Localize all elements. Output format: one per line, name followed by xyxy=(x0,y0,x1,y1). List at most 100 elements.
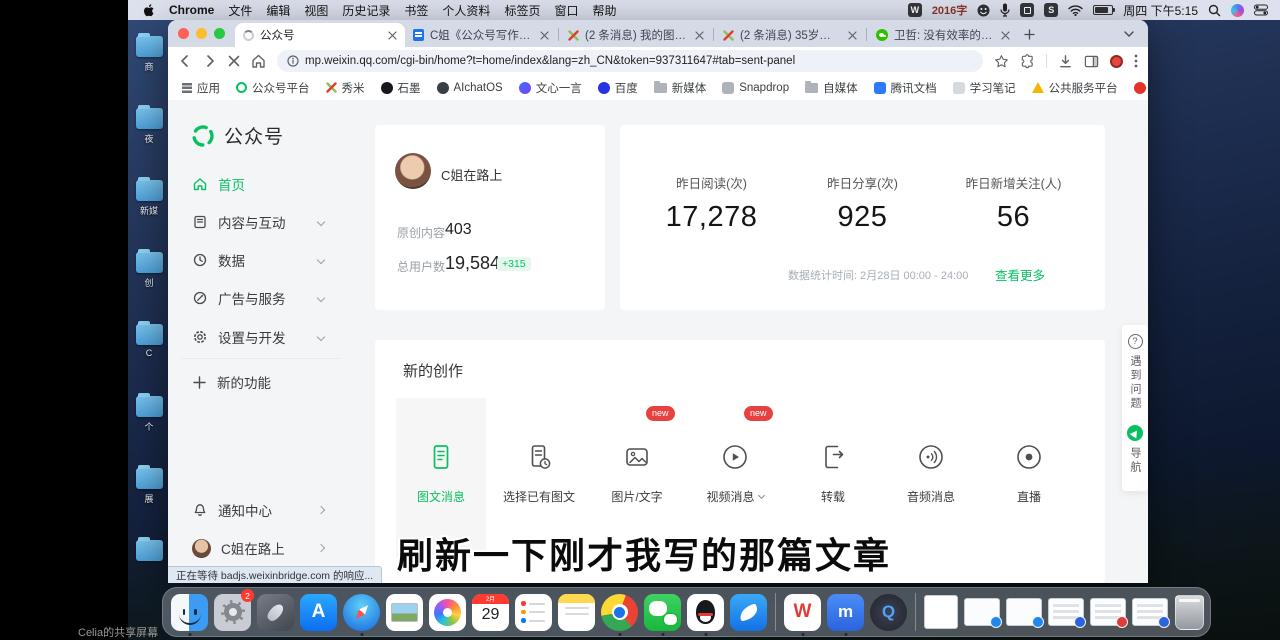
zoom-window-button[interactable] xyxy=(214,28,225,39)
bookmark-aichatos[interactable]: AIchatOS xyxy=(437,82,503,94)
nav-icon[interactable] xyxy=(1127,425,1143,441)
dock-safari[interactable] xyxy=(341,591,382,633)
tab-overflow-button[interactable] xyxy=(1118,23,1140,45)
dock-chrome[interactable] xyxy=(599,591,640,633)
sidebar-item-account[interactable]: C姐在路上 xyxy=(192,538,324,558)
bookmark-public-service[interactable]: 公共服务平台 xyxy=(1032,80,1118,96)
bookmark-folder-selfmedia[interactable]: 自媒体 xyxy=(805,80,858,96)
dock-calendar[interactable]: 2月29 xyxy=(470,591,511,633)
bookmark-xiumi[interactable]: 秀米 xyxy=(326,80,365,96)
menu-item-bookmarks[interactable]: 书签 xyxy=(404,2,428,19)
siri-icon[interactable] xyxy=(1231,4,1244,17)
help-label[interactable]: 遇到问题 xyxy=(1127,355,1143,411)
menu-item-view[interactable]: 视图 xyxy=(304,2,328,19)
input-method-status-icon[interactable] xyxy=(1020,3,1034,17)
desktop-folder[interactable]: C xyxy=(128,318,170,390)
bookmark-study-notes[interactable]: 学习笔记 xyxy=(953,80,1016,96)
dock-photos[interactable] xyxy=(427,591,468,633)
new-tab-button[interactable] xyxy=(1018,23,1040,45)
dock-mubu[interactable]: m xyxy=(825,591,866,633)
question-icon[interactable]: ? xyxy=(1128,334,1143,349)
address-bar[interactable]: mp.weixin.qq.com/cgi-bin/home?t=home/ind… xyxy=(277,50,983,72)
menu-item-edit[interactable]: 编辑 xyxy=(266,2,290,19)
tab-xiumi-35[interactable]: (2 条消息) 35岁，走了10年弯 xyxy=(715,23,865,47)
desktop-folder[interactable]: 夜 xyxy=(128,102,170,174)
dock-bluebird-app[interactable] xyxy=(728,591,769,633)
dock-reminders[interactable] xyxy=(513,591,554,633)
dock-system-preferences[interactable]: 2 xyxy=(212,591,253,633)
menu-item-tabs[interactable]: 标签页 xyxy=(504,2,540,19)
tab-close-icon[interactable] xyxy=(388,31,397,40)
sidebar-item-data[interactable]: 数据 xyxy=(192,250,324,270)
tab-weizhe-article[interactable]: 卫哲: 没有效率的增长，是在 xyxy=(868,23,1018,47)
word-count-status[interactable]: 2016字 xyxy=(932,2,967,18)
back-button[interactable] xyxy=(178,54,192,68)
dock-minimized-qr-window[interactable] xyxy=(924,595,958,629)
creation-item-live[interactable]: 直播 xyxy=(980,398,1078,558)
wifi-status-icon[interactable] xyxy=(1068,5,1083,16)
apple-menu-icon[interactable] xyxy=(144,4,155,17)
menu-item-history[interactable]: 历史记录 xyxy=(342,2,390,19)
bookmark-shimo[interactable]: 石墨 xyxy=(381,80,421,96)
menu-item-window[interactable]: 窗口 xyxy=(554,2,578,19)
bookmark-lizhi[interactable]: 荔枝微课 xyxy=(1134,80,1148,96)
sidebar-item-content[interactable]: 内容与互动 xyxy=(192,212,324,232)
desktop-folder[interactable]: 商 xyxy=(128,30,170,102)
dock-qq[interactable] xyxy=(685,591,726,633)
bookmark-baidu[interactable]: 百度 xyxy=(598,80,638,96)
dock-minimized-window[interactable] xyxy=(1090,598,1126,626)
dock-minimized-window[interactable] xyxy=(1006,598,1042,626)
dock-trash[interactable] xyxy=(1175,595,1204,630)
bookmark-folder-newmedia[interactable]: 新媒体 xyxy=(654,80,707,96)
desktop-folder[interactable]: 展 xyxy=(128,462,170,534)
s-app-status-icon[interactable]: S xyxy=(1044,3,1058,17)
side-panel-icon[interactable] xyxy=(1084,54,1099,69)
smiley-status-icon[interactable] xyxy=(977,4,990,17)
bookmark-tencent-docs[interactable]: 腾讯文档 xyxy=(874,80,937,96)
sidebar-item-ads[interactable]: 广告与服务 xyxy=(192,288,324,308)
bookmark-star-icon[interactable] xyxy=(994,54,1009,69)
wps-status-icon[interactable]: W xyxy=(908,3,922,17)
desktop-folder[interactable]: 新媒 xyxy=(128,174,170,246)
screen-record-indicator[interactable] xyxy=(1110,55,1123,68)
creation-item-audio[interactable]: 音频消息 xyxy=(882,398,980,558)
control-center-icon[interactable] xyxy=(1254,4,1268,16)
dock-minimized-window[interactable] xyxy=(1132,598,1168,626)
stop-loading-button[interactable] xyxy=(228,55,240,67)
downloads-icon[interactable] xyxy=(1058,54,1073,69)
tab-writing-course[interactable]: C姐《公众号写作变现课》 xyxy=(405,23,557,47)
home-button[interactable] xyxy=(251,54,266,68)
dock-preview[interactable] xyxy=(384,591,425,633)
menu-app-name[interactable]: Chrome xyxy=(169,3,214,17)
dock-app-store[interactable]: A xyxy=(298,591,339,633)
desktop-folder[interactable]: 创 xyxy=(128,246,170,318)
dock-minimized-window[interactable] xyxy=(1048,598,1084,626)
sidebar-item-settings[interactable]: 设置与开发 xyxy=(192,327,324,347)
microphone-status-icon[interactable] xyxy=(1000,3,1010,17)
tab-close-icon[interactable] xyxy=(848,31,857,40)
tab-official-account[interactable]: 公众号 xyxy=(235,23,405,47)
minimize-window-button[interactable] xyxy=(196,28,207,39)
sidebar-item-notifications[interactable]: 通知中心 xyxy=(192,500,324,520)
dock-quicktime[interactable]: Q xyxy=(868,591,909,633)
dock-minimized-window[interactable] xyxy=(964,598,1000,626)
chrome-menu-icon[interactable] xyxy=(1134,54,1138,68)
view-more-link[interactable]: 查看更多 xyxy=(995,265,1045,284)
bookmark-snapdrop[interactable]: Snapdrop xyxy=(722,82,789,94)
sidebar-item-new-feature[interactable]: 新的功能 xyxy=(192,372,324,392)
dock-wps[interactable]: W xyxy=(782,591,823,633)
profile-avatar[interactable] xyxy=(395,153,431,189)
menu-item-file[interactable]: 文件 xyxy=(228,2,252,19)
bookmark-apps[interactable]: 应用 xyxy=(182,80,220,96)
menu-item-profiles[interactable]: 个人资料 xyxy=(442,2,490,19)
site-info-icon[interactable] xyxy=(287,55,299,67)
extensions-icon[interactable] xyxy=(1020,54,1035,69)
close-window-button[interactable] xyxy=(178,28,189,39)
dock-launchpad[interactable] xyxy=(255,591,296,633)
battery-status-icon[interactable] xyxy=(1093,5,1113,15)
menu-clock[interactable]: 周四 下午5:15 xyxy=(1123,2,1198,19)
forward-button[interactable] xyxy=(203,54,217,68)
sidebar-item-home[interactable]: 首页 xyxy=(192,174,324,194)
tab-xiumi-article[interactable]: (2 条消息) 我的图文 - 秀米XIU xyxy=(560,23,712,47)
menu-item-help[interactable]: 帮助 xyxy=(592,2,616,19)
